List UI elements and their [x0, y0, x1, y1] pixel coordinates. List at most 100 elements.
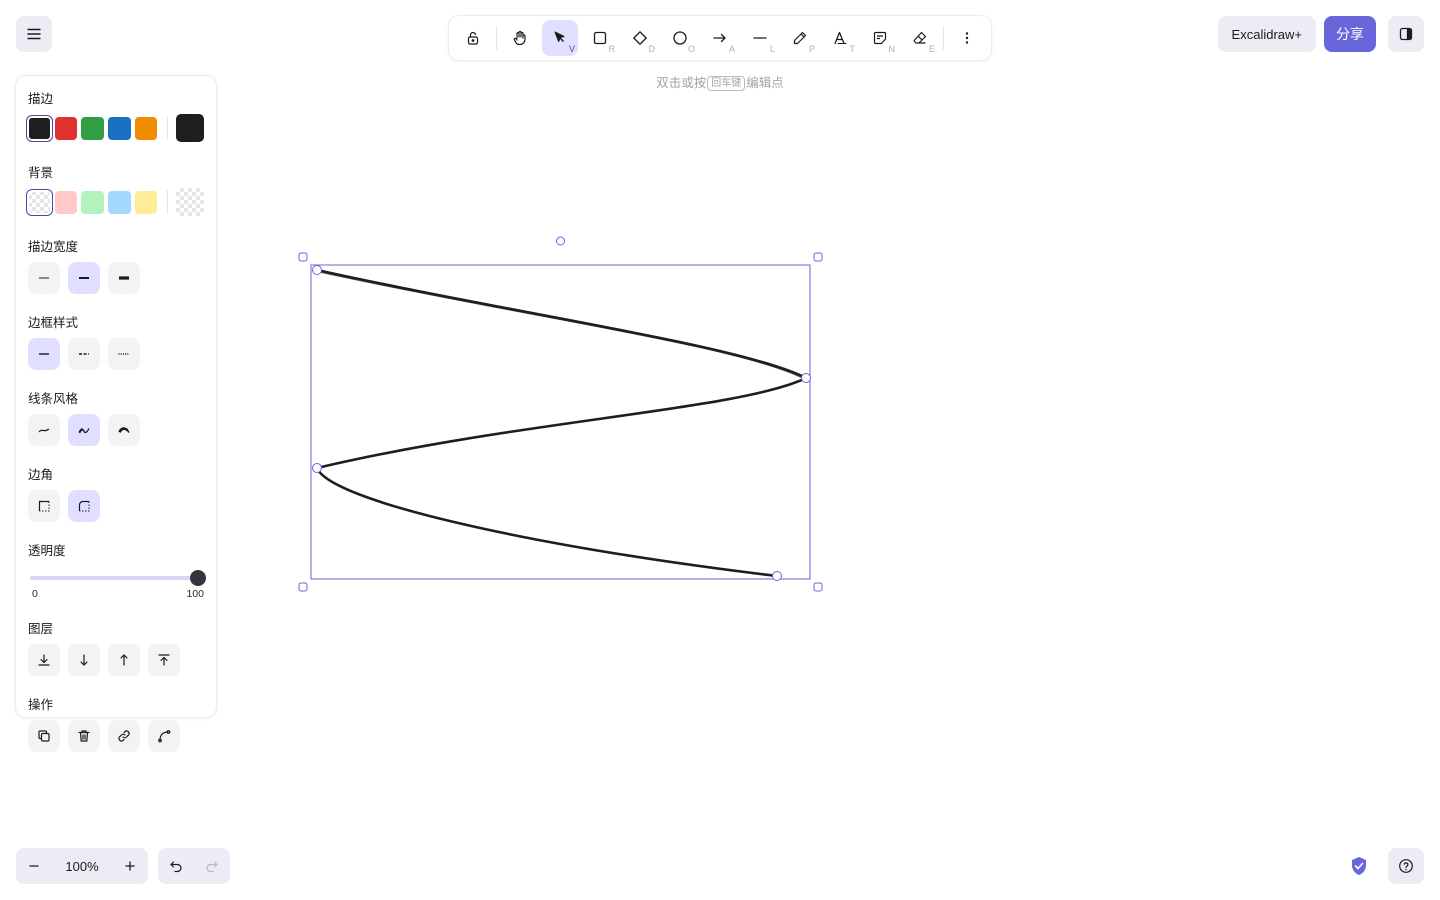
- transform-handles[interactable]: [298, 236, 823, 592]
- link-button[interactable]: [108, 720, 140, 752]
- tool-draw[interactable]: P: [782, 20, 818, 56]
- line-point[interactable]: [312, 463, 322, 473]
- duplicate-button[interactable]: [28, 720, 60, 752]
- edges-round[interactable]: [68, 490, 100, 522]
- line-point[interactable]: [772, 571, 782, 581]
- bring-to-front-button[interactable]: [148, 644, 180, 676]
- sloppiness-architect[interactable]: [28, 414, 60, 446]
- library-sidebar-button[interactable]: [1388, 16, 1424, 52]
- shapes-toolbar: V R D O A L P T N E: [449, 16, 991, 60]
- delete-button[interactable]: [68, 720, 100, 752]
- lock-icon: [467, 31, 479, 45]
- tool-note[interactable]: N: [862, 20, 898, 56]
- resize-handle-sw[interactable]: [298, 582, 308, 592]
- opacity-label: 透明度: [28, 544, 66, 558]
- stroke-color-blue[interactable]: [108, 116, 131, 140]
- resize-handle-se[interactable]: [813, 582, 823, 592]
- stroke-color-orange[interactable]: [134, 116, 158, 140]
- zoom-out-button[interactable]: [22, 854, 46, 878]
- tool-shortcut: O: [687, 44, 695, 54]
- diamond-icon: [633, 31, 647, 45]
- stroke-color-picker[interactable]: [176, 114, 205, 142]
- tool-ellipse[interactable]: O: [662, 20, 698, 56]
- tool-line[interactable]: L: [742, 20, 778, 56]
- edges-sharp[interactable]: [28, 490, 60, 522]
- background-color-blue[interactable]: [108, 190, 131, 214]
- actions-label: 操作: [28, 698, 54, 712]
- resize-handle-nw[interactable]: [298, 252, 308, 262]
- top-right-actions: Excalidraw+ 分享: [1217, 16, 1424, 52]
- stroke-color-black[interactable]: [26, 114, 53, 142]
- redo-button[interactable]: [200, 854, 224, 878]
- encryption-status[interactable]: [1348, 855, 1370, 877]
- tool-diamond[interactable]: D: [622, 20, 658, 56]
- background-color-yellow[interactable]: [134, 190, 158, 214]
- stroke-style-solid[interactable]: [28, 338, 60, 370]
- tool-eraser[interactable]: E: [902, 20, 938, 56]
- selected-line-element[interactable]: [315, 268, 808, 578]
- stroke-color-green[interactable]: [81, 116, 105, 140]
- stroke-width-thin[interactable]: [28, 262, 60, 294]
- send-backward-button[interactable]: [68, 644, 100, 676]
- edges-label: 边角: [28, 468, 54, 482]
- resize-handle-ne[interactable]: [813, 252, 823, 262]
- tool-hand[interactable]: [502, 20, 538, 56]
- sloppiness-cartoonist[interactable]: [108, 414, 140, 446]
- tool-lock[interactable]: [455, 20, 491, 56]
- line-point[interactable]: [801, 373, 811, 383]
- stroke-color-red[interactable]: [54, 116, 78, 140]
- background-colors: [26, 188, 205, 216]
- line-point[interactable]: [312, 265, 322, 275]
- main-menu-button[interactable]: [16, 16, 52, 52]
- tool-rectangle[interactable]: R: [582, 20, 618, 56]
- hint-text: 编辑点: [746, 76, 784, 90]
- stroke-width-extra-bold[interactable]: [108, 262, 140, 294]
- shield-check-icon: [1352, 857, 1366, 875]
- canvas[interactable]: [0, 0, 1440, 900]
- opacity-track: [30, 576, 198, 580]
- background-label: 背景: [28, 166, 54, 180]
- curved-line-shape[interactable]: [315, 268, 808, 578]
- redo-icon: [206, 861, 218, 873]
- stroke-style-options: [28, 338, 204, 370]
- excalidraw-plus-button[interactable]: Excalidraw+: [1217, 16, 1316, 52]
- edges-options: [28, 490, 204, 522]
- opacity-slider[interactable]: [28, 566, 206, 588]
- actions-options: [28, 720, 204, 752]
- edit-line-button[interactable]: [148, 720, 180, 752]
- pencil-icon: [793, 31, 807, 45]
- stroke-width-bold[interactable]: [68, 262, 100, 294]
- extra-bold-line-icon: [119, 276, 129, 280]
- hint-text: 双击或按: [656, 76, 707, 90]
- share-button[interactable]: 分享: [1324, 16, 1376, 52]
- bring-forward-button[interactable]: [108, 644, 140, 676]
- tool-arrow[interactable]: A: [702, 20, 738, 56]
- undo-button[interactable]: [164, 854, 188, 878]
- more-tools-button[interactable]: [949, 20, 985, 56]
- cartoonist-icon: [118, 427, 130, 433]
- background-color-picker[interactable]: [176, 188, 205, 216]
- architect-icon: [38, 428, 50, 433]
- zoom-level[interactable]: 100%: [65, 859, 98, 874]
- sidebar-icon: [1399, 27, 1413, 41]
- help-button[interactable]: [1388, 848, 1424, 884]
- background-color-transparent[interactable]: [26, 188, 53, 216]
- curve-edit-icon: [158, 730, 171, 743]
- line-icon: [753, 37, 767, 39]
- stroke-style-dashed[interactable]: [68, 338, 100, 370]
- zoom-in-button[interactable]: [118, 854, 142, 878]
- properties-panel: 描边 背景 描边宽度 边框样式 线条风格 边角 透明度 0 100 图层 操作: [16, 76, 216, 752]
- sloppiness-artist[interactable]: [68, 414, 100, 446]
- bold-line-icon: [79, 277, 89, 279]
- tool-selection[interactable]: V: [542, 20, 578, 56]
- background-color-green[interactable]: [81, 190, 105, 214]
- stroke-style-dotted[interactable]: [108, 338, 140, 370]
- tool-shortcut: E: [928, 44, 935, 54]
- toolbar-divider: [496, 26, 497, 50]
- background-color-pink[interactable]: [54, 190, 78, 214]
- rotate-handle[interactable]: [556, 236, 565, 246]
- send-to-back-button[interactable]: [28, 644, 60, 676]
- more-vertical-icon: [965, 32, 969, 44]
- opacity-thumb[interactable]: [190, 570, 206, 586]
- tool-text[interactable]: T: [822, 20, 858, 56]
